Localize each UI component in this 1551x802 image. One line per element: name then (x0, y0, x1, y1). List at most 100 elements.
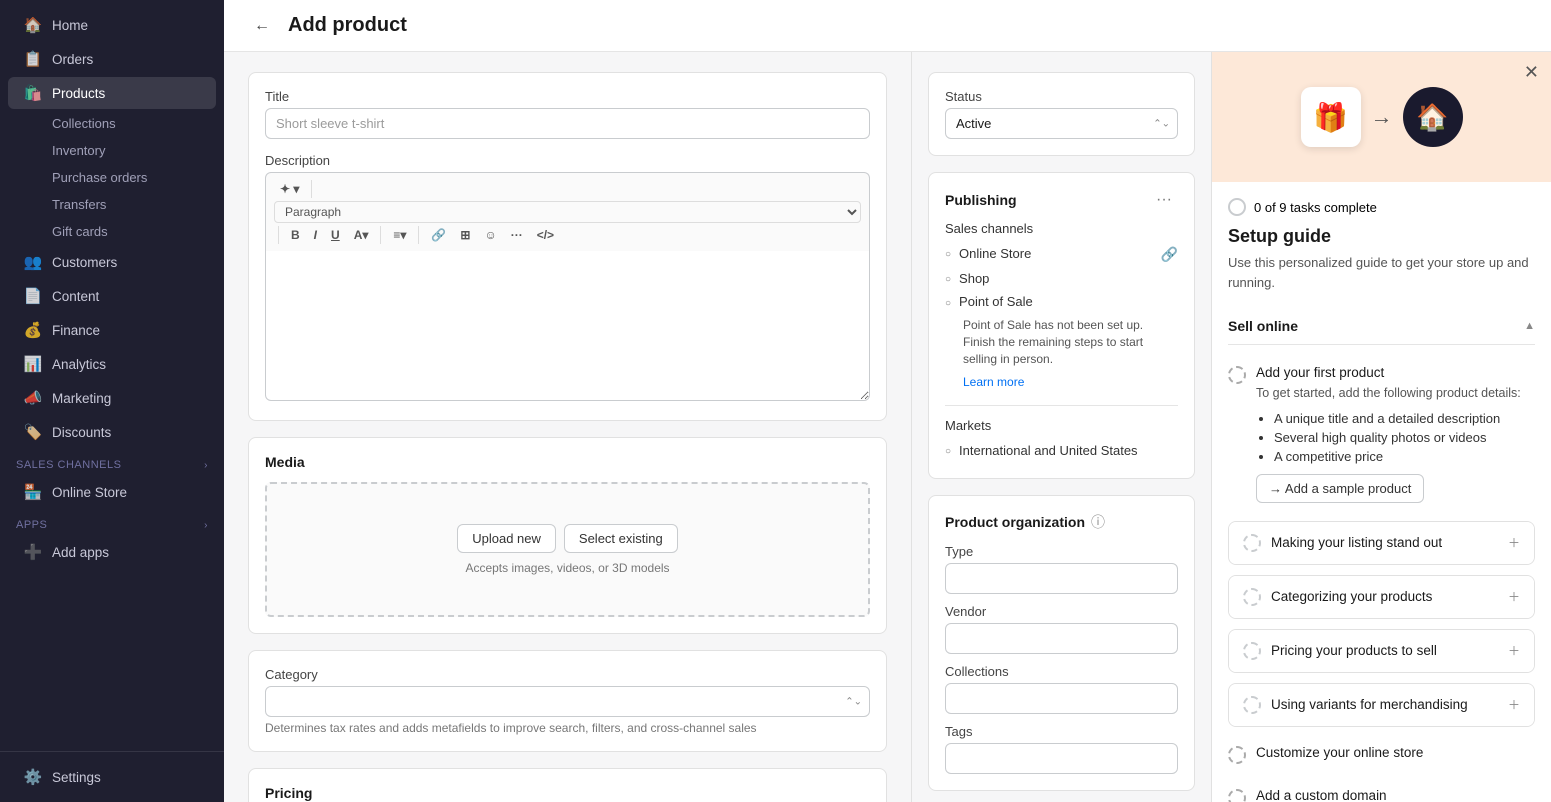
online-store-icon: 🏪 (24, 483, 42, 501)
code-button[interactable]: </> (531, 225, 560, 245)
sidebar-sub-item-collections[interactable]: Collections (8, 111, 216, 136)
italic-button[interactable]: I (308, 225, 323, 245)
sidebar-nav-item-content[interactable]: 📄 Content (8, 280, 216, 312)
custom-domain-title: Add a custom domain (1256, 788, 1387, 802)
category-hint: Determines tax rates and adds metafields… (265, 721, 870, 735)
emoji-button[interactable]: ☺ (478, 225, 502, 245)
task-progress: 0 of 9 tasks complete (1228, 198, 1535, 216)
title-input[interactable] (265, 108, 870, 139)
category-select[interactable] (265, 686, 870, 717)
progress-circle (1228, 198, 1246, 216)
customize-store-title: Customize your online store (1256, 745, 1423, 760)
collections-input[interactable] (945, 683, 1178, 714)
sidebar-sub-item-gift-cards[interactable]: Gift cards (8, 219, 216, 244)
media-title: Media (265, 454, 870, 470)
sidebar-nav-item-settings[interactable]: ⚙️ Settings (8, 761, 216, 793)
bullet-2: Several high quality photos or videos (1274, 430, 1521, 445)
channel-online-store: ○ Online Store 🔗 (945, 242, 1178, 267)
bold-button[interactable]: B (285, 225, 306, 245)
vendor-input[interactable] (945, 623, 1178, 654)
sell-online-section: Sell online ▲ Add your first product To … (1228, 308, 1535, 727)
sell-online-header: Sell online ▲ (1228, 308, 1535, 345)
sidebar-nav-item-add-apps[interactable]: ➕ Add apps (8, 536, 216, 568)
guide-illustration: 🎁 → 🏠 (1301, 87, 1463, 147)
guide-section-listing-header[interactable]: Making your listing stand out ＋ (1229, 522, 1534, 564)
page-title: Add product (288, 14, 407, 37)
type-input[interactable] (945, 563, 1178, 594)
channel-circle-3: ○ (945, 298, 951, 309)
toolbar-sep1 (311, 180, 312, 198)
add-sample-product-button[interactable]: → Add a sample product (1256, 474, 1424, 503)
upload-hint: Accepts images, videos, or 3D models (287, 561, 848, 575)
pricing-task-icon (1243, 642, 1261, 660)
upload-new-button[interactable]: Upload new (457, 524, 556, 553)
select-existing-button[interactable]: Select existing (564, 524, 678, 553)
collections-field: Collections (945, 664, 1178, 714)
page-header: ← Add product (224, 0, 1551, 52)
guide-section-categorizing-header[interactable]: Categorizing your products ＋ (1229, 576, 1534, 618)
setup-desc: Use this personalized guide to get your … (1228, 253, 1535, 292)
sidebar-nav-item-finance[interactable]: 💰 Finance (8, 314, 216, 346)
guide-section-categorizing-title: Categorizing your products (1243, 588, 1432, 606)
guide-section-pricing-header[interactable]: Pricing your products to sell ＋ (1229, 630, 1534, 672)
sidebar-nav-item-home[interactable]: 🏠 Home (8, 9, 216, 41)
table-button[interactable]: ⊞ (454, 225, 476, 245)
sidebar-nav-item-orders[interactable]: 📋 Orders (8, 43, 216, 75)
guide-section-listing: Making your listing stand out ＋ (1228, 521, 1535, 565)
sell-online-label: Sell online (1228, 318, 1298, 334)
first-product-body: To get started, add the following produc… (1256, 384, 1521, 403)
guide-section-variants-header[interactable]: Using variants for merchandising ＋ (1229, 684, 1534, 726)
sales-channels-expand-icon[interactable]: › (204, 460, 208, 471)
setup-guide-illustration: ✕ 🎁 → 🏠 (1212, 52, 1551, 182)
description-textarea[interactable] (265, 251, 870, 401)
sidebar-sub-item-transfers[interactable]: Transfers (8, 192, 216, 217)
back-button[interactable]: ← (248, 15, 276, 37)
more-button[interactable]: ··· (505, 225, 529, 245)
apps-expand-icon[interactable]: › (204, 520, 208, 531)
sidebar: 🏠 Home 📋 Orders 🛍️ Products Collections … (0, 0, 224, 802)
status-select[interactable]: Active Draft (945, 108, 1178, 139)
pricing-title: Pricing (265, 785, 870, 801)
sidebar-sub-item-purchase-orders[interactable]: Purchase orders (8, 165, 216, 190)
publishing-card: Publishing ··· Sales channels ○ Online S… (928, 172, 1195, 479)
sidebar-nav-item-marketing[interactable]: 📣 Marketing (8, 382, 216, 414)
markets-section: Markets ○ International and United State… (945, 405, 1178, 462)
tags-input[interactable] (945, 743, 1178, 774)
publishing-header: Publishing ··· (945, 189, 1178, 211)
sidebar-nav-item-online-store[interactable]: 🏪 Online Store (8, 476, 216, 508)
sidebar-sub-item-inventory[interactable]: Inventory (8, 138, 216, 163)
org-title: Product organization (945, 514, 1085, 530)
title-card: Title Description ✦ ▾ Paragraph Heading … (248, 72, 887, 421)
org-info-icon[interactable]: ⓘ (1091, 512, 1105, 532)
custom-domain-content: Add a custom domain (1256, 788, 1387, 802)
guide-section-variants-title: Using variants for merchandising (1243, 696, 1468, 714)
products-icon: 🛍️ (24, 84, 42, 102)
paragraph-select[interactable]: Paragraph Heading 1 Heading 2 (274, 201, 861, 223)
customize-store-task-row: Customize your online store (1228, 737, 1535, 772)
sidebar-nav-item-products[interactable]: 🛍️ Products (8, 77, 216, 109)
channel-list: ○ Online Store 🔗 ○ Shop ○ Point of Sale (945, 242, 1178, 393)
align-button[interactable]: ≡▾ (387, 225, 412, 245)
sell-online-chevron[interactable]: ▲ (1524, 320, 1535, 332)
font-color-button[interactable]: A▾ (348, 225, 375, 245)
underline-button[interactable]: U (325, 225, 346, 245)
sidebar-nav-item-customers[interactable]: 👥 Customers (8, 246, 216, 278)
setup-guide-close-button[interactable]: ✕ (1524, 62, 1539, 83)
sidebar-nav-item-discounts[interactable]: 🏷️ Discounts (8, 416, 216, 448)
channel-link-icon[interactable]: 🔗 (1161, 246, 1178, 263)
toolbar-magic-btn[interactable]: ✦ ▾ (274, 179, 305, 199)
sidebar-nav-item-analytics[interactable]: 📊 Analytics (8, 348, 216, 380)
markets-subtitle: Markets (945, 418, 1178, 433)
learn-more-link[interactable]: Learn more (963, 375, 1024, 389)
guide-section-pricing-title: Pricing your products to sell (1243, 642, 1437, 660)
status-select-wrapper: Active Draft (945, 108, 1178, 139)
guide-box-icon: 🎁 (1301, 87, 1361, 147)
setup-title: Setup guide (1228, 226, 1535, 247)
publishing-dots-button[interactable]: ··· (1150, 189, 1178, 211)
link-button[interactable]: 🔗 (425, 225, 452, 245)
first-product-task-row: Add your first product To get started, a… (1228, 365, 1535, 503)
add-first-product-section: Add your first product To get started, a… (1228, 355, 1535, 521)
bullet-1: A unique title and a detailed descriptio… (1274, 411, 1521, 426)
toolbar-sep3 (380, 226, 381, 244)
customize-store-spinner (1228, 746, 1246, 764)
